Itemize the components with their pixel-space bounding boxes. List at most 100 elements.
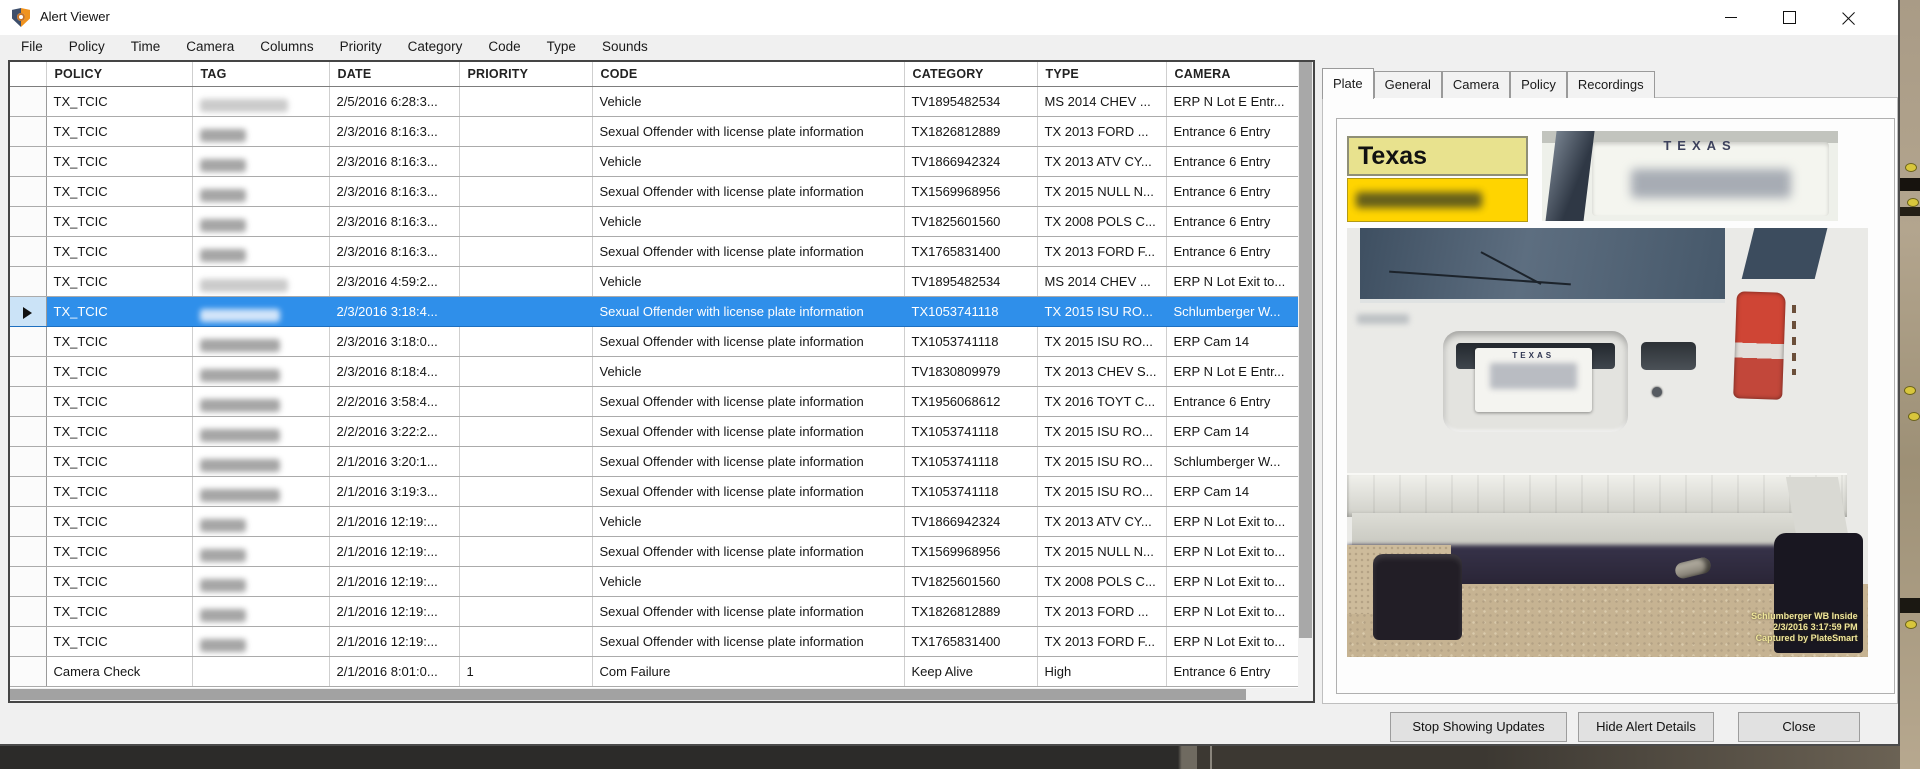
cell-category[interactable]: TX1765831400 — [904, 627, 1037, 657]
table-row[interactable]: TX_TCIC2/1/2016 3:19:3...Sexual Offender… — [10, 477, 1298, 507]
cell-priority[interactable] — [459, 597, 592, 627]
cell-tag[interactable] — [192, 147, 329, 177]
cell-category[interactable]: TX1956068612 — [904, 387, 1037, 417]
cell-camera[interactable]: ERP N Lot Exit to... — [1166, 537, 1298, 567]
cell-tag[interactable] — [192, 597, 329, 627]
cell-category[interactable]: TV1825601560 — [904, 567, 1037, 597]
cell-code[interactable]: Sexual Offender with license plate infor… — [592, 627, 904, 657]
cell-date[interactable]: 2/3/2016 8:16:3... — [329, 147, 459, 177]
cell-date[interactable]: 2/3/2016 8:16:3... — [329, 207, 459, 237]
tab-plate[interactable]: Plate — [1322, 68, 1374, 99]
cell-code[interactable]: Vehicle — [592, 207, 904, 237]
menu-priority[interactable]: Priority — [327, 35, 395, 58]
cell-policy[interactable]: TX_TCIC — [46, 87, 192, 117]
menu-code[interactable]: Code — [475, 35, 533, 58]
cell-tag[interactable] — [192, 537, 329, 567]
cell-tag[interactable] — [192, 447, 329, 477]
row-header-cell[interactable] — [10, 207, 46, 237]
cell-policy[interactable]: TX_TCIC — [46, 477, 192, 507]
cell-type[interactable]: TX 2008 POLS C... — [1037, 207, 1166, 237]
cell-type[interactable]: TX 2015 ISU RO... — [1037, 417, 1166, 447]
column-header-tag[interactable]: TAG — [192, 62, 329, 87]
cell-category[interactable]: TV1825601560 — [904, 207, 1037, 237]
menu-sounds[interactable]: Sounds — [589, 35, 661, 58]
column-header-camera[interactable]: CAMERA — [1166, 62, 1298, 87]
column-header-category[interactable]: CATEGORY — [904, 62, 1037, 87]
cell-category[interactable]: TX1765831400 — [904, 237, 1037, 267]
row-header-cell[interactable] — [10, 657, 46, 687]
cell-tag[interactable] — [192, 117, 329, 147]
cell-code[interactable]: Sexual Offender with license plate infor… — [592, 597, 904, 627]
cell-policy[interactable]: Camera Check — [46, 657, 192, 687]
cell-policy[interactable]: TX_TCIC — [46, 207, 192, 237]
table-row[interactable]: TX_TCIC 2/3/2016 3:18:0... Sexual Offender… — [10, 327, 1298, 357]
cell-priority[interactable] — [459, 117, 592, 147]
cell-camera[interactable]: ERP N Lot E Entr... — [1166, 87, 1298, 117]
cell-priority[interactable] — [459, 327, 592, 357]
table-row[interactable]: TX_TCIC 2/3/2016 8:16:3... VehicleTV182560… — [10, 207, 1298, 237]
cell-type[interactable]: TX 2013 FORD ... — [1037, 597, 1166, 627]
cell-type[interactable]: MS 2014 CHEV ... — [1037, 87, 1166, 117]
cell-category[interactable]: TV1866942324 — [904, 507, 1037, 537]
cell-camera[interactable]: Schlumberger W... — [1166, 297, 1298, 327]
cell-priority[interactable]: 1 — [459, 657, 592, 687]
menu-time[interactable]: Time — [118, 35, 174, 58]
cell-policy[interactable]: TX_TCIC — [46, 447, 192, 477]
cell-priority[interactable] — [459, 507, 592, 537]
cell-policy[interactable]: TX_TCIC — [46, 267, 192, 297]
cell-policy[interactable]: TX_TCIC — [46, 117, 192, 147]
menu-policy[interactable]: Policy — [56, 35, 118, 58]
cell-camera[interactable]: ERP Cam 14 — [1166, 327, 1298, 357]
cell-category[interactable]: TX1569968956 — [904, 177, 1037, 207]
cell-policy[interactable]: TX_TCIC — [46, 327, 192, 357]
row-header-cell[interactable] — [10, 387, 46, 417]
cell-type[interactable]: High — [1037, 657, 1166, 687]
cell-type[interactable]: TX 2015 ISU RO... — [1037, 477, 1166, 507]
menu-category[interactable]: Category — [395, 35, 476, 58]
cell-date[interactable]: 2/1/2016 12:19:... — [329, 507, 459, 537]
cell-date[interactable]: 2/3/2016 8:16:3... — [329, 117, 459, 147]
cell-date[interactable]: 2/1/2016 3:20:1... — [329, 447, 459, 477]
tab-camera[interactable]: Camera — [1442, 71, 1510, 98]
cell-camera[interactable]: ERP Cam 14 — [1166, 417, 1298, 447]
row-header-cell[interactable] — [10, 357, 46, 387]
cell-tag[interactable] — [192, 507, 329, 537]
cell-priority[interactable] — [459, 447, 592, 477]
cell-tag[interactable] — [192, 237, 329, 267]
menu-type[interactable]: Type — [534, 35, 589, 58]
cell-category[interactable]: TV1895482534 — [904, 87, 1037, 117]
cell-priority[interactable] — [459, 147, 592, 177]
maximize-button[interactable] — [1760, 0, 1819, 35]
row-header-cell[interactable] — [10, 177, 46, 207]
table-row[interactable]: TX_TCIC2/3/2016 4:59:2...VehicleTV189548… — [10, 267, 1298, 297]
cell-code[interactable]: Sexual Offender with license plate infor… — [592, 327, 904, 357]
cell-code[interactable]: Sexual Offender with license plate infor… — [592, 177, 904, 207]
cell-category[interactable]: TV1895482534 — [904, 267, 1037, 297]
title-bar[interactable]: Alert Viewer — [0, 0, 1898, 35]
cell-date[interactable]: 2/1/2016 3:19:3... — [329, 477, 459, 507]
cell-date[interactable]: 2/3/2016 3:18:0... — [329, 327, 459, 357]
cell-priority[interactable] — [459, 237, 592, 267]
column-header-date[interactable]: DATE — [329, 62, 459, 87]
column-header-priority[interactable]: PRIORITY — [459, 62, 592, 87]
cell-policy[interactable]: TX_TCIC — [46, 147, 192, 177]
table-row[interactable]: TX_TCIC2/5/2016 6:28:3...VehicleTV189548… — [10, 87, 1298, 117]
cell-code[interactable]: Sexual Offender with license plate infor… — [592, 417, 904, 447]
cell-tag[interactable] — [192, 297, 329, 327]
cell-category[interactable]: TX1053741118 — [904, 297, 1037, 327]
cell-date[interactable]: 2/3/2016 4:59:2... — [329, 267, 459, 297]
cell-policy[interactable]: TX_TCIC — [46, 237, 192, 267]
cell-date[interactable]: 2/1/2016 8:01:0... — [329, 657, 459, 687]
cell-category[interactable]: TX1053741118 — [904, 327, 1037, 357]
cell-date[interactable]: 2/5/2016 6:28:3... — [329, 87, 459, 117]
cell-camera[interactable]: ERP N Lot Exit to... — [1166, 597, 1298, 627]
menu-columns[interactable]: Columns — [247, 35, 326, 58]
row-header-cell[interactable] — [10, 327, 46, 357]
table-row[interactable]: TX_TCIC2/2/2016 3:22:2...Sexual Offender… — [10, 417, 1298, 447]
column-header-code[interactable]: CODE — [592, 62, 904, 87]
cell-type[interactable]: TX 2013 ATV CY... — [1037, 507, 1166, 537]
cell-type[interactable]: TX 2013 CHEV S... — [1037, 357, 1166, 387]
table-row[interactable]: Camera Check2/1/2016 8:01:0...1Com Failu… — [10, 657, 1298, 687]
cell-tag[interactable] — [192, 87, 329, 117]
stop-showing-updates-button[interactable]: Stop Showing Updates — [1390, 712, 1567, 742]
